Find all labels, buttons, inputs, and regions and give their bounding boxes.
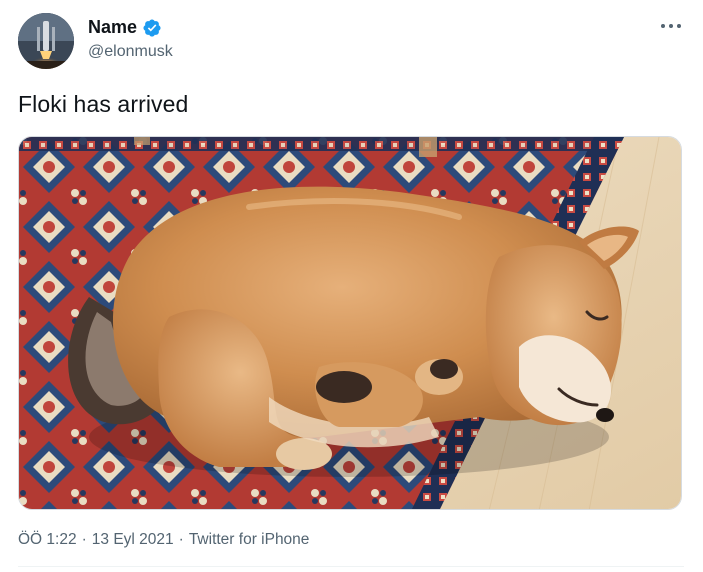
tweet-time[interactable]: ÖÖ 1:22: [18, 531, 77, 549]
tweet-photo[interactable]: [18, 136, 682, 510]
tweet-card: Name @elonmusk Floki has arrived ÖÖ 1:22…: [0, 0, 703, 572]
verified-badge-icon: [143, 18, 161, 37]
tweet-source[interactable]: Twitter for iPhone: [189, 531, 310, 549]
rocket-launch-avatar-icon: [18, 13, 74, 69]
more-horizontal-icon: [661, 24, 681, 28]
more-options-button[interactable]: [657, 16, 685, 36]
tweet-text: Floki has arrived: [18, 91, 189, 117]
avatar[interactable]: [18, 13, 74, 69]
meta-separator: ·: [178, 531, 184, 548]
meta-separator: ·: [81, 531, 87, 548]
tweet-meta: ÖÖ 1:22 · 13 Eyl 2021 · Twitter for iPho…: [18, 531, 309, 549]
author-name-row[interactable]: Name: [88, 17, 162, 38]
divider: [18, 566, 684, 567]
author-handle[interactable]: @elonmusk: [88, 43, 173, 61]
display-name[interactable]: Name: [88, 17, 137, 38]
puppy-photo-image: [19, 137, 681, 509]
tweet-date[interactable]: 13 Eyl 2021: [92, 531, 174, 549]
